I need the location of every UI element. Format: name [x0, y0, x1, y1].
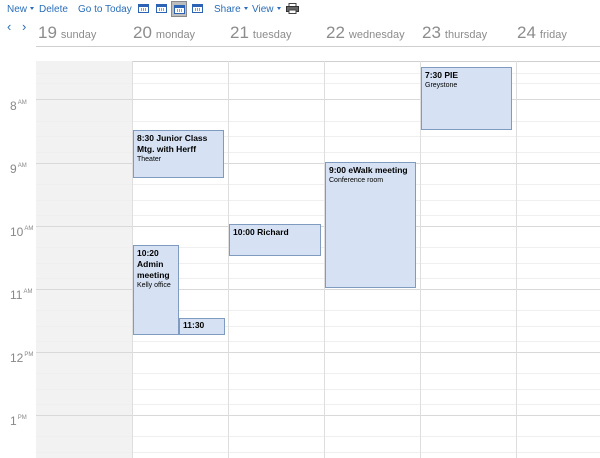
- view-label: View: [252, 4, 274, 15]
- new-button[interactable]: New: [7, 4, 35, 15]
- delete-button[interactable]: Delete: [39, 4, 68, 15]
- day-header-friday[interactable]: 24 friday: [517, 23, 567, 45]
- new-label: New: [7, 4, 28, 15]
- month-view-icon: [192, 4, 203, 13]
- day-header-sunday[interactable]: 19 sunday: [38, 23, 96, 45]
- event-title: 8:30 Junior Class Mtg. with Herff: [137, 133, 208, 154]
- print-icon[interactable]: [286, 3, 299, 14]
- previous-week-button[interactable]: ‹: [7, 20, 11, 33]
- event-admin-meeting[interactable]: 10:20 Admin meeting Kelly office: [133, 245, 179, 335]
- day-header-wednesday[interactable]: 22 wednesday: [326, 23, 405, 45]
- all-day-row[interactable]: [36, 46, 600, 62]
- toolbar: New Delete Go to Today Share View: [0, 0, 600, 20]
- event-richard[interactable]: 10:00 Richard: [229, 224, 321, 256]
- chevron-down-icon: [30, 7, 35, 10]
- hour-label: 12PM: [10, 351, 34, 365]
- share-label: Share: [214, 4, 241, 15]
- work-week-view-button[interactable]: [155, 2, 168, 15]
- event-location: Theater: [137, 156, 162, 163]
- month-view-button[interactable]: [191, 2, 204, 15]
- event-title: 10:00 Richard: [233, 227, 289, 237]
- day-view-icon: [138, 4, 149, 13]
- time-column: 8AM 9AM 10AM 11AM 12PM 1PM: [0, 46, 36, 458]
- hour-label: 9AM: [10, 162, 27, 176]
- calendar-grid[interactable]: 8AM 9AM 10AM 11AM 12PM 1PM 7:30 PIE Grey…: [0, 46, 600, 458]
- hour-label: 11AM: [10, 288, 33, 302]
- day-name: friday: [539, 29, 567, 41]
- day-number: 24: [517, 23, 536, 42]
- hour-label: 8AM: [10, 99, 27, 113]
- column-divider: [516, 61, 517, 458]
- go-to-today-button[interactable]: Go to Today: [78, 4, 132, 15]
- chevron-down-icon: [276, 7, 281, 10]
- event-pie[interactable]: 7:30 PIE Greystone: [421, 67, 512, 130]
- day-name: thursday: [444, 29, 488, 41]
- column-divider: [228, 61, 229, 458]
- event-1130[interactable]: 11:30: [179, 318, 225, 335]
- event-title: 11:30: [183, 320, 205, 330]
- day-number: 22: [326, 23, 345, 42]
- chevron-down-icon: [243, 7, 248, 10]
- event-location: Conference room: [329, 177, 384, 184]
- event-location: Greystone: [425, 82, 458, 89]
- day-header-tuesday[interactable]: 21 tuesday: [230, 23, 291, 45]
- day-name: sunday: [60, 29, 97, 41]
- event-title: 9:00 eWalk meeting: [329, 165, 408, 175]
- event-title: 10:20 Admin meeting: [137, 248, 170, 280]
- day-number: 23: [422, 23, 441, 42]
- day-number: 20: [133, 23, 152, 42]
- event-junior-class-mtg[interactable]: 8:30 Junior Class Mtg. with Herff Theate…: [133, 130, 224, 178]
- event-title: 7:30 PIE: [425, 70, 459, 80]
- day-header-thursday[interactable]: 23 thursday: [422, 23, 487, 45]
- day-name: monday: [155, 29, 196, 41]
- day-number: 21: [230, 23, 249, 42]
- hour-label: 10AM: [10, 225, 34, 239]
- day-number: 19: [38, 23, 57, 42]
- work-week-view-icon: [156, 4, 167, 13]
- week-view-icon: [174, 5, 185, 14]
- day-name: tuesday: [252, 29, 292, 41]
- next-week-button[interactable]: ›: [22, 20, 26, 33]
- week-view-button[interactable]: [171, 1, 187, 17]
- view-menu-button[interactable]: View: [252, 4, 281, 15]
- event-ewalk-meeting[interactable]: 9:00 eWalk meeting Conference room: [325, 162, 416, 288]
- day-name: wednesday: [348, 29, 405, 41]
- day-view-button[interactable]: [137, 2, 150, 15]
- day-header-monday[interactable]: 20 monday: [133, 23, 195, 45]
- share-button[interactable]: Share: [214, 4, 248, 15]
- event-location: Kelly office: [137, 282, 171, 289]
- hour-label: 1PM: [10, 414, 27, 428]
